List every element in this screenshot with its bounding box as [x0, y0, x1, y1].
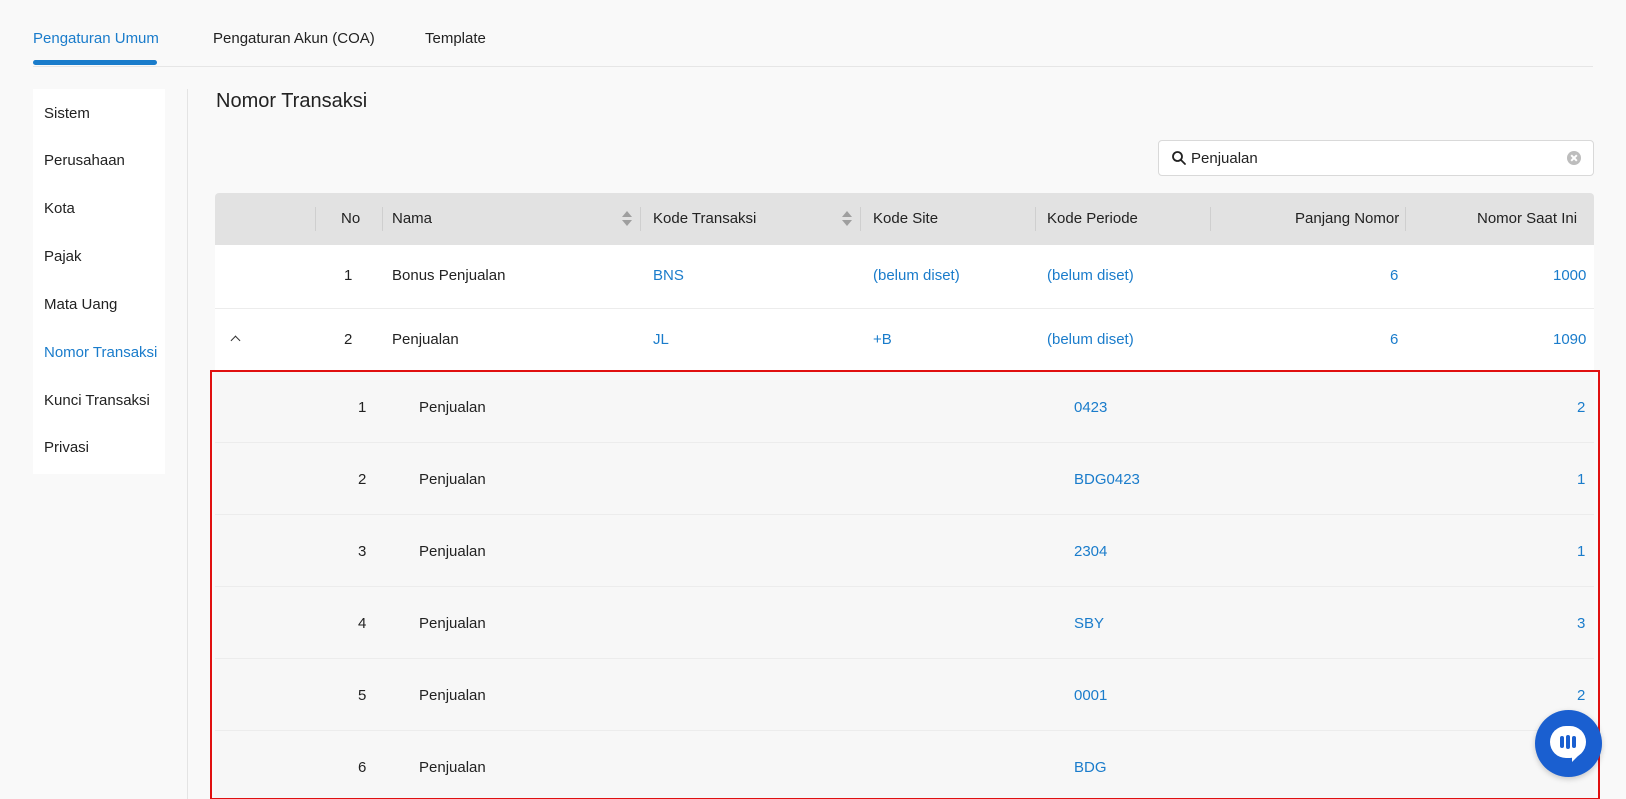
cell-kode-site[interactable]: (belum diset)	[873, 267, 960, 284]
cell-panjang-nomor[interactable]: 6	[1390, 267, 1398, 284]
chat-support-button[interactable]	[1535, 710, 1602, 777]
page-title: Nomor Transaksi	[216, 90, 368, 112]
active-tab-indicator	[33, 60, 157, 65]
search-icon	[1172, 151, 1186, 165]
sub-cell-no: 5	[358, 687, 367, 704]
column-separator	[640, 207, 641, 231]
sub-cell-nama: Penjualan	[419, 543, 486, 560]
cell-panjang-nomor[interactable]: 6	[1390, 331, 1398, 348]
cell-nama: Bonus Penjualan	[392, 267, 506, 284]
sub-cell-no: 6	[358, 759, 367, 776]
column-separator	[315, 207, 316, 231]
sub-cell-nomor[interactable]: 2	[1577, 687, 1585, 704]
header-nomor-saat-ini: Nomor Saat Ini	[1477, 210, 1578, 227]
table-row[interactable]: 2 Penjualan JL +B (belum diset) 6 1090	[215, 309, 1594, 371]
header-no: No	[341, 210, 361, 227]
cell-kode-site[interactable]: +B	[873, 331, 892, 348]
sidebar-item-mata-uang[interactable]: Mata Uang	[44, 296, 117, 313]
cell-kode-transaksi[interactable]: JL	[653, 331, 669, 348]
cell-no: 2	[344, 331, 353, 348]
cell-nomor-saat-ini[interactable]: 1000	[1553, 267, 1586, 284]
chat-dot	[1560, 736, 1564, 748]
sub-row[interactable]: 3 Penjualan 2304 1	[215, 515, 1594, 587]
cell-kode-periode[interactable]: (belum diset)	[1047, 267, 1134, 284]
sub-cell-nama: Penjualan	[419, 615, 486, 632]
top-tabs: Pengaturan Umum Pengaturan Akun (COA) Te…	[33, 0, 1593, 67]
tab-pengaturan-akun[interactable]: Pengaturan Akun (COA)	[213, 30, 375, 47]
sidebar-divider	[187, 89, 188, 799]
sub-row[interactable]: 5 Penjualan 0001 2	[215, 659, 1594, 731]
sub-cell-nama: Penjualan	[419, 471, 486, 488]
header-kode-periode: Kode Periode	[1047, 210, 1138, 227]
sub-cell-nama: Penjualan	[419, 399, 486, 416]
sort-kode-transaksi-icon[interactable]	[842, 209, 852, 229]
sub-cell-no: 4	[358, 615, 367, 632]
header-kode-transaksi: Kode Transaksi	[653, 210, 757, 227]
column-separator	[382, 207, 383, 231]
sidebar-item-nomor-transaksi[interactable]: Nomor Transaksi	[44, 344, 157, 361]
sub-row[interactable]: 4 Penjualan SBY 3	[215, 587, 1594, 659]
tab-pengaturan-umum[interactable]: Pengaturan Umum	[33, 30, 159, 47]
table-row[interactable]: 1 Bonus Penjualan BNS (belum diset) (bel…	[215, 245, 1594, 309]
chat-dot	[1572, 736, 1576, 748]
cell-nama: Penjualan	[392, 331, 459, 348]
header-kode-site: Kode Site	[873, 210, 939, 227]
tab-template[interactable]: Template	[425, 30, 486, 47]
sub-cell-no: 2	[358, 471, 367, 488]
sub-cell-no: 1	[358, 399, 367, 416]
column-separator	[1210, 207, 1211, 231]
sub-cell-kode[interactable]: BDG	[1074, 759, 1107, 776]
sort-nama-icon[interactable]	[622, 209, 632, 229]
sub-row[interactable]: 2 Penjualan BDG0423 1	[215, 443, 1594, 515]
sub-cell-kode[interactable]: 0001	[1074, 687, 1107, 704]
sub-cell-kode[interactable]: SBY	[1074, 615, 1104, 632]
column-separator	[1405, 207, 1406, 231]
sub-cell-kode[interactable]: 2304	[1074, 543, 1107, 560]
chat-bubble-icon	[1550, 726, 1586, 762]
sidebar-item-pajak[interactable]: Pajak	[44, 248, 82, 265]
cell-kode-periode[interactable]: (belum diset)	[1047, 331, 1134, 348]
sub-cell-nomor[interactable]: 1	[1577, 471, 1585, 488]
column-separator	[1035, 207, 1036, 231]
cell-nomor-saat-ini[interactable]: 1090	[1553, 331, 1586, 348]
sidebar-item-perusahaan[interactable]: Perusahaan	[44, 152, 125, 169]
cell-kode-transaksi[interactable]: BNS	[653, 267, 684, 284]
header-nama: Nama	[392, 210, 433, 227]
collapse-chevron-icon[interactable]	[229, 333, 243, 347]
sub-cell-no: 3	[358, 543, 367, 560]
sub-cell-nomor[interactable]: 1	[1577, 543, 1585, 560]
sub-cell-kode[interactable]: BDG0423	[1074, 471, 1140, 488]
sidebar-item-kota[interactable]: Kota	[44, 200, 75, 217]
sub-cell-kode[interactable]: 0423	[1074, 399, 1107, 416]
search-box	[1158, 140, 1594, 176]
column-separator	[860, 207, 861, 231]
sidebar-item-sistem[interactable]: Sistem	[44, 105, 90, 122]
sidebar-item-kunci-transaksi[interactable]: Kunci Transaksi	[44, 392, 150, 409]
sub-cell-nama: Penjualan	[419, 759, 486, 776]
header-panjang-nomor: Panjang Nomor	[1295, 210, 1400, 227]
search-input[interactable]	[1191, 142, 1561, 174]
chat-dot	[1566, 735, 1570, 749]
sub-row[interactable]: 1 Penjualan 0423 2	[215, 371, 1594, 443]
sub-cell-nomor[interactable]: 3	[1577, 615, 1585, 632]
clear-search-icon[interactable]	[1567, 151, 1581, 165]
transaction-number-table: No Nama Kode Transaksi Kode Site Kode Pe…	[215, 193, 1594, 799]
table-header: No Nama Kode Transaksi Kode Site Kode Pe…	[215, 193, 1594, 245]
sub-cell-nama: Penjualan	[419, 687, 486, 704]
sub-cell-nomor[interactable]: 2	[1577, 399, 1585, 416]
settings-sidebar: Sistem Perusahaan Kota Pajak Mata Uang N…	[33, 89, 165, 474]
sub-row[interactable]: 6 Penjualan BDG	[215, 731, 1594, 799]
cell-no: 1	[344, 267, 353, 284]
sidebar-item-privasi[interactable]: Privasi	[44, 439, 89, 456]
